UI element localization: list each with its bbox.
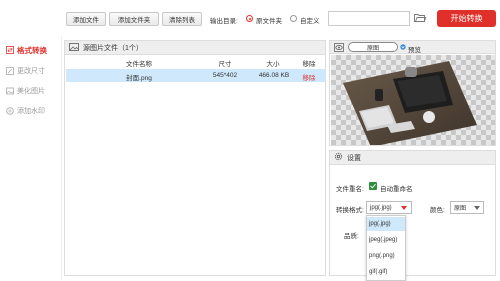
format-option-png[interactable]: png(.png) [367, 249, 405, 263]
format-option-gif[interactable]: gif(.gif) [367, 265, 405, 279]
rename-label: 文件重名: [336, 186, 364, 193]
color-label: 颜色: [430, 207, 445, 214]
add-folder-button[interactable]: 添加文件夹 [109, 12, 159, 26]
settings-title: 设置 [347, 154, 361, 162]
color-select[interactable]: 原图 [450, 201, 484, 214]
sidebar-item-label: 格式转换 [17, 45, 47, 55]
format-option-jpeg[interactable]: jpeg(.jpeg) [367, 233, 405, 247]
format-option-jpg[interactable]: jpg(.jpg) [367, 217, 405, 231]
radio-custom[interactable] [290, 15, 297, 22]
format-select-value: jpg(.jpg) [370, 204, 392, 211]
column-header-name: 文件名称 [126, 61, 152, 68]
preview-mode-select[interactable]: 原图 [348, 42, 398, 52]
output-dir-label: 输出目录: [210, 18, 238, 25]
radio-source-folder[interactable] [246, 15, 253, 22]
remove-link[interactable]: 移除 [295, 72, 323, 82]
file-panel-title: 源图片文件（1个） [83, 44, 143, 52]
settings-panel: 设置 文件重名: 自动重命名 转换格式: jpg(.jpg) 颜色: 原图 品质… [329, 150, 496, 281]
file-name-cell: 封面.png [126, 75, 152, 82]
preview-image [343, 61, 477, 145]
toolbar: 添加文件 添加文件夹 清除列表 输出目录: 原文件夹 自定义 开始转换 [62, 0, 500, 36]
output-path-input[interactable] [328, 11, 410, 26]
watermark-icon [6, 107, 14, 115]
folder-open-icon[interactable] [414, 13, 427, 25]
sidebar-item-format-convert[interactable]: 格式转换 [6, 44, 47, 56]
preview-panel: 原图 预览 [329, 40, 496, 146]
format-convert-icon [6, 46, 14, 54]
format-label: 转换格式: [336, 207, 364, 214]
chevron-down-icon [401, 206, 407, 212]
quality-label: 品质: [344, 233, 359, 240]
image-icon [6, 87, 14, 95]
table-header: 文件名称 尺寸 大小 移除 [65, 56, 325, 68]
radio-source-label: 原文件夹 [256, 18, 282, 25]
add-file-button[interactable]: 添加文件 [66, 12, 106, 26]
resize-icon [6, 67, 14, 75]
clear-list-button[interactable]: 清除列表 [162, 12, 202, 26]
sidebar: 格式转换 更改尺寸 美化图片 添加水印 [0, 36, 62, 280]
preview-mode-value: 原图 [366, 45, 379, 52]
preview-eye-icon[interactable] [334, 43, 344, 54]
table-row[interactable]: 封面.png 545*402 466.08 KB 移除 [66, 69, 326, 82]
preview-canvas [331, 55, 495, 145]
auto-rename-label: 自动重命名 [380, 186, 413, 193]
sidebar-item-watermark[interactable]: 添加水印 [6, 105, 45, 117]
format-dropdown-menu: jpg(.jpg) jpeg(.jpeg) png(.png) gif(.gif… [366, 215, 406, 281]
preview-label: 预览 [408, 47, 421, 54]
column-header-filesize: 大小 [266, 61, 280, 68]
file-panel-header: 源图片文件（1个） [65, 41, 325, 55]
auto-rename-checkbox[interactable] [369, 182, 377, 190]
column-header-size: 尺寸 [218, 61, 232, 68]
gear-icon [334, 152, 343, 163]
file-list-panel: 源图片文件（1个） 文件名称 尺寸 大小 移除 封面.png 545*402 4… [64, 40, 326, 276]
start-convert-button[interactable]: 开始转换 [437, 10, 496, 27]
file-size-cell: 466.08 KB [258, 72, 290, 79]
preview-header: 原图 预览 [330, 41, 495, 54]
sidebar-item-beautify[interactable]: 美化图片 [6, 85, 45, 97]
sidebar-item-label: 添加水印 [17, 108, 45, 115]
color-select-value: 原图 [454, 206, 467, 212]
format-select[interactable]: jpg(.jpg) [366, 201, 412, 214]
settings-header: 设置 [330, 151, 495, 165]
radio-custom-label: 自定义 [300, 18, 320, 25]
column-header-remove: 移除 [302, 61, 316, 68]
chevron-down-icon[interactable] [400, 44, 406, 52]
chevron-down-icon [474, 206, 480, 212]
file-dimension-cell: 545*402 [212, 72, 238, 79]
image-icon [69, 42, 79, 53]
sidebar-item-label: 美化图片 [17, 88, 45, 95]
sidebar-item-resize[interactable]: 更改尺寸 [6, 65, 45, 77]
sidebar-item-label: 更改尺寸 [17, 68, 45, 75]
